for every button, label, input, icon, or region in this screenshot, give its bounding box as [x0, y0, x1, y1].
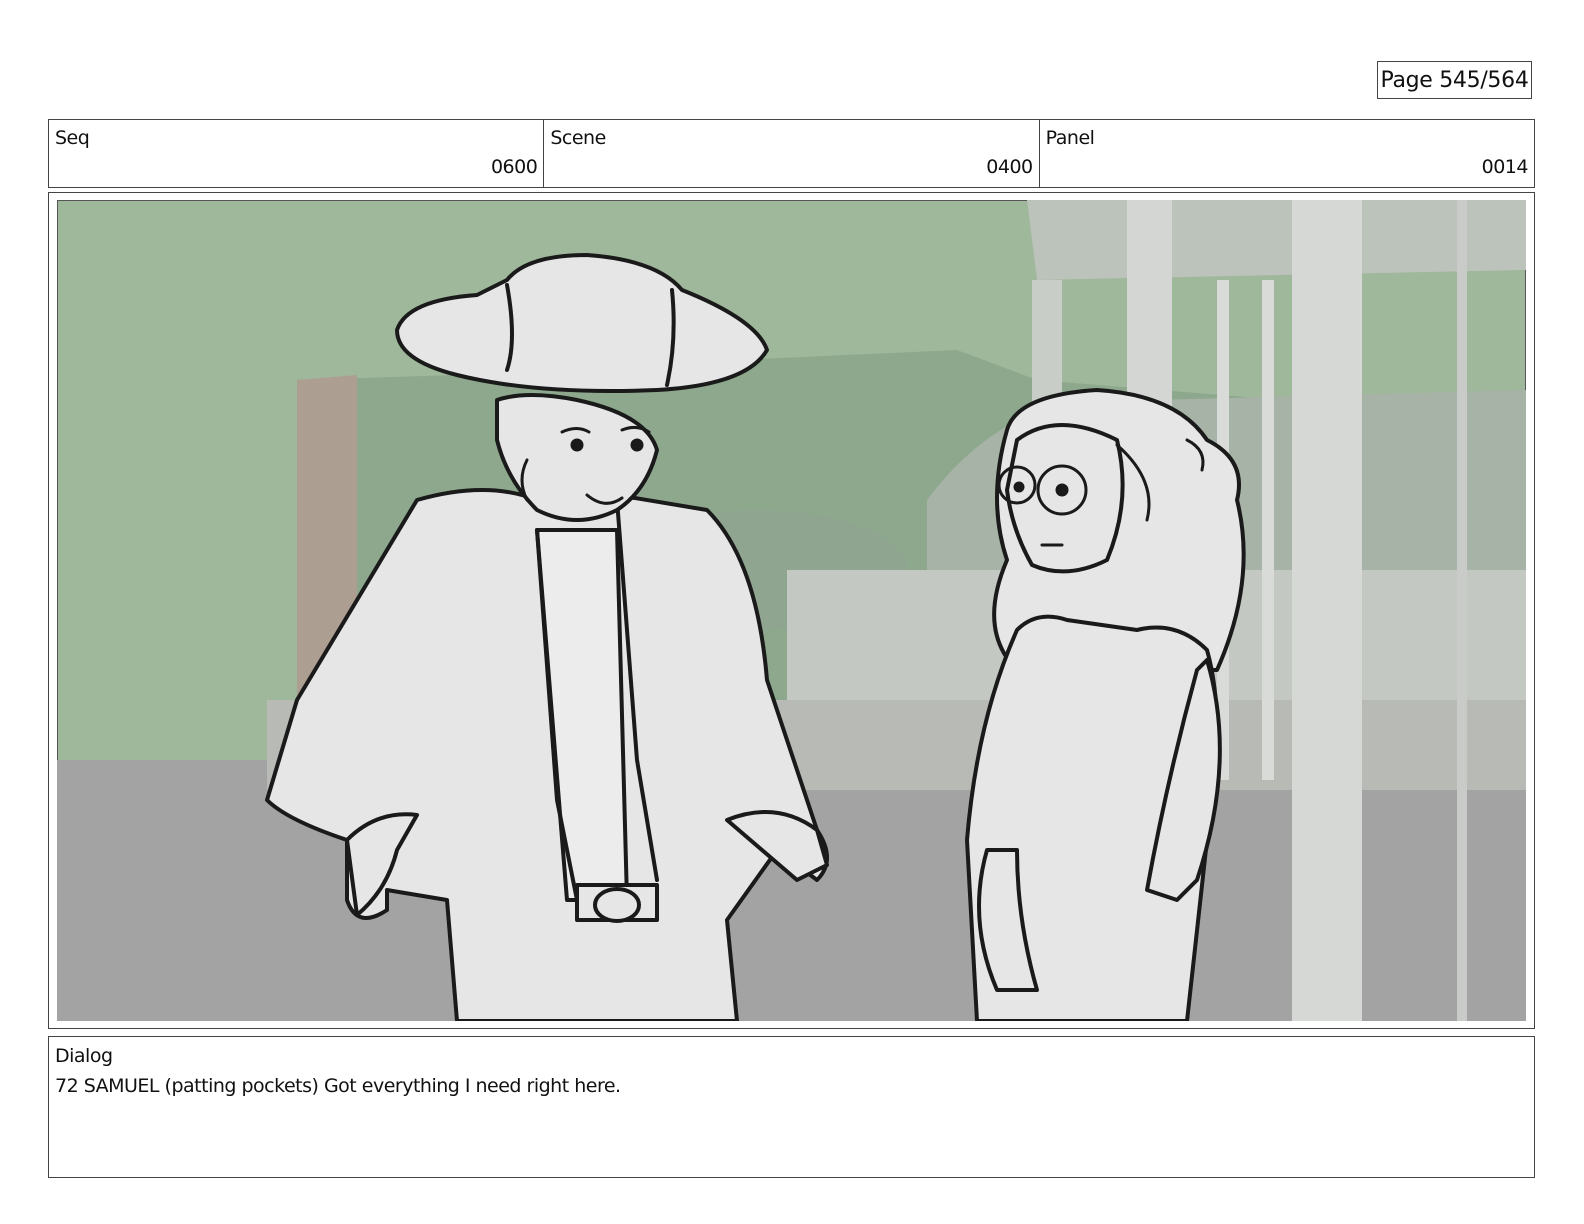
- seq-value: 0600: [490, 156, 538, 178]
- dialog-text: 72 SAMUEL (patting pockets) Got everythi…: [55, 1075, 621, 1097]
- scene-label: Scene: [550, 127, 606, 149]
- seq-cell: Seq 0600: [49, 120, 545, 187]
- storyboard-sketch-image: [57, 200, 1526, 1021]
- header-table: Seq 0600 Scene 0400 Panel 0014: [48, 119, 1535, 188]
- dialog-label: Dialog: [55, 1045, 113, 1067]
- seq-label: Seq: [55, 127, 90, 149]
- page-number-box: Page 545/564: [1377, 61, 1532, 99]
- scene-cell: Scene 0400: [544, 120, 1040, 187]
- storyboard-panel: [48, 192, 1535, 1029]
- panel-label: Panel: [1045, 127, 1095, 149]
- panel-cell: Panel 0014: [1040, 120, 1534, 187]
- scene-value: 0400: [986, 156, 1033, 178]
- panel-value: 0014: [1481, 156, 1529, 178]
- page-number: Page 545/564: [1380, 67, 1529, 93]
- dialog-box: Dialog 72 SAMUEL (patting pockets) Got e…: [48, 1036, 1535, 1178]
